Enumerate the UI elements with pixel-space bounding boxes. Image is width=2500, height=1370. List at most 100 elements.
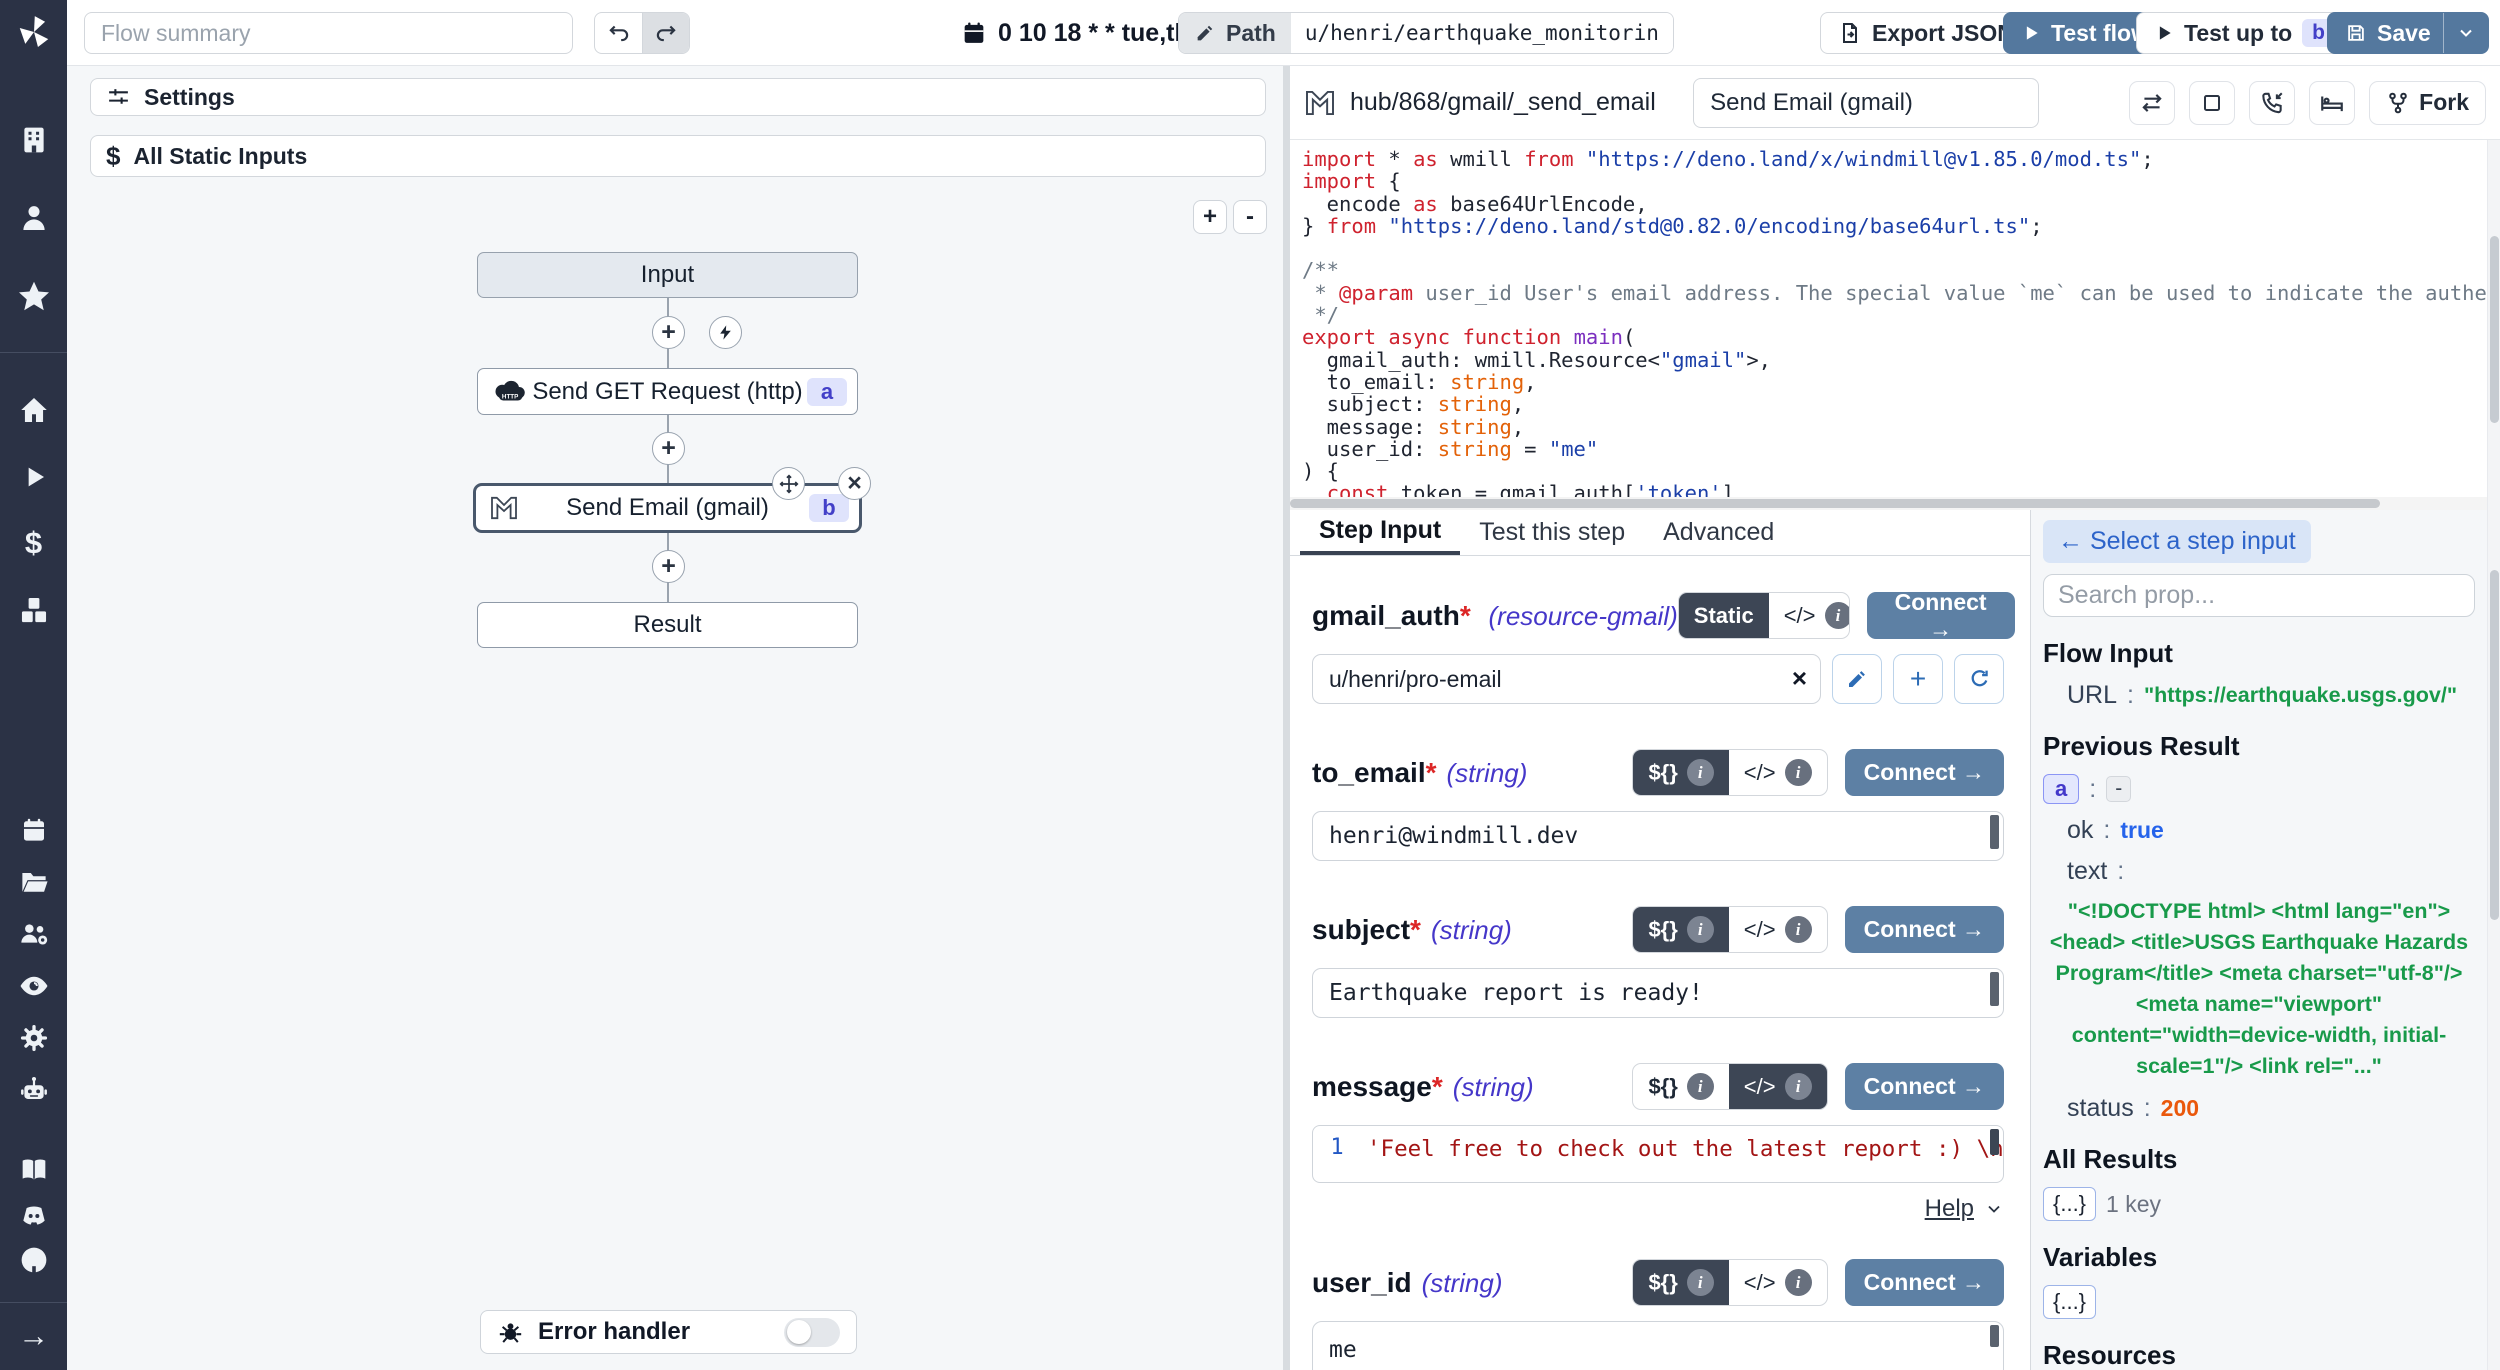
node-result[interactable]: Result [477,602,858,648]
mode-javascript[interactable]: </>i [1729,750,1827,795]
variables-object-badge[interactable]: {...} [2043,1285,2096,1319]
help-link[interactable]: Help [1925,1195,1974,1223]
flow-input-url-row[interactable]: URL : "https://earthquake.usgs.gov/" [2043,681,2475,710]
path-value[interactable]: u/henri/earthquake_monitorin [1291,13,1673,53]
swap-script-button[interactable] [2129,81,2175,125]
path-control[interactable]: Path u/henri/earthquake_monitorin [1178,12,1674,54]
resources-cubes-icon[interactable] [17,593,51,627]
connect-button[interactable]: Connect → [1845,1063,2004,1110]
error-handler-row[interactable]: Error handler [480,1310,857,1354]
input-mode-toggle[interactable]: ${}i </>i [1632,1063,1827,1110]
workspace-icon[interactable] [17,124,50,157]
trigger-bolt-button[interactable] [709,316,742,349]
mode-javascript[interactable]: </>i [1729,907,1827,952]
audit-eye-icon[interactable] [17,969,51,1003]
tab-test-this-step[interactable]: Test this step [1460,510,1644,555]
to-email-input[interactable] [1312,811,2004,861]
step-a-badge[interactable]: a [2043,774,2079,804]
node-send-email-selected[interactable]: Send Email (gmail) b [473,483,862,533]
resource-path-input[interactable] [1312,654,1821,704]
node-send-get-request[interactable]: HTTP Send GET Request (http) a [477,368,858,415]
workers-robot-icon[interactable] [17,1074,50,1107]
input-scroll-grip[interactable] [1990,815,1999,849]
folders-icon[interactable] [18,867,49,898]
mode-template[interactable]: ${}i [1633,907,1728,952]
subject-input[interactable] [1312,968,2004,1018]
add-step-button[interactable]: + [652,316,685,349]
search-prop-input[interactable] [2043,574,2475,617]
input-mode-toggle[interactable]: ${}i </>i [1632,1259,1827,1306]
runs-play-icon[interactable] [18,461,50,493]
mode-template[interactable]: ${}i [1633,750,1728,795]
schedule-display[interactable]: 0 10 18 * * tue,thu [960,12,1205,54]
export-json-button[interactable]: Export JSON [1820,12,2032,54]
add-resource-button[interactable]: + [1893,654,1943,704]
message-code-editor[interactable]: 1 'Feel free to check out the latest rep… [1312,1125,2004,1183]
hub-script-path[interactable]: hub/868/gmail/_send_email [1350,88,1656,117]
node-input[interactable]: Input [477,252,858,298]
variables-dollar-icon[interactable]: $ [25,525,42,561]
settings-gear-icon[interactable] [17,1022,50,1055]
zoom-out-button[interactable]: - [1233,200,1267,234]
connect-button[interactable]: Connect → [1867,592,2015,639]
mode-static[interactable]: Static [1679,593,1769,638]
home-icon[interactable] [17,393,51,427]
tab-step-input[interactable]: Step Input [1300,510,1460,555]
error-handler-toggle[interactable] [784,1318,840,1347]
remove-step-button[interactable]: × [838,467,871,500]
redo-button[interactable] [642,13,689,53]
user-id-input[interactable] [1312,1321,2004,1370]
mode-template[interactable]: ${}i [1633,1260,1728,1305]
clear-resource-icon[interactable]: × [1792,663,1807,694]
schedules-calendar-icon[interactable] [19,815,49,845]
save-button[interactable]: Save [2327,12,2489,54]
move-step-handle[interactable] [772,467,805,500]
chevron-down-icon[interactable] [1984,1199,2004,1219]
docs-book-icon[interactable] [18,1154,50,1186]
mode-javascript[interactable]: </>i [1729,1260,1827,1305]
refresh-resource-button[interactable] [1954,654,2004,704]
sleep-bed-icon[interactable] [2309,81,2355,125]
input-mode-toggle[interactable]: Static </>i [1678,592,1850,639]
collapse-arrow-icon[interactable]: → [18,1318,49,1354]
connect-button[interactable]: Connect → [1845,749,2004,796]
result-ok-row[interactable]: ok : true [2043,816,2475,845]
undo-button[interactable] [595,13,642,53]
step-name-input[interactable] [1693,78,2039,128]
add-step-button[interactable]: + [652,432,685,465]
result-text-row[interactable]: text : [2043,857,2475,886]
input-mode-toggle[interactable]: ${}i </>i [1632,906,1827,953]
input-mode-toggle[interactable]: ${}i </>i [1632,749,1827,796]
mode-javascript[interactable]: </>i [1729,1064,1827,1109]
discord-icon[interactable] [18,1200,50,1232]
input-scroll-grip[interactable] [1990,972,1999,1006]
edit-resource-button[interactable] [1832,654,1882,704]
editor-scroll-grip[interactable] [1990,1129,1999,1155]
checkbox-square-icon[interactable] [2189,81,2235,125]
code-editor[interactable]: import * as wmill from "https://deno.lan… [1290,140,2486,497]
zoom-in-button[interactable]: + [1193,200,1227,234]
webhook-phone-button[interactable] [2249,81,2295,125]
result-text-value[interactable]: "<!DOCTYPE html> <html lang="en"> <head>… [2043,896,2475,1082]
chevron-down-icon[interactable] [2456,23,2476,43]
add-step-button[interactable]: + [652,550,685,583]
windmill-logo-icon[interactable] [15,13,53,51]
vertical-scrollbar[interactable] [2487,140,2500,1370]
user-icon[interactable] [17,201,51,235]
github-icon[interactable] [17,1244,50,1277]
result-status-row[interactable]: status : 200 [2043,1094,2475,1123]
collapse-button[interactable]: - [2106,776,2131,802]
panel-splitter[interactable] [1283,66,1290,1370]
all-results-object-badge[interactable]: {...} [2043,1187,2096,1221]
test-up-to-button[interactable]: Test up to b [2136,12,2353,54]
connect-button[interactable]: Connect → [1845,906,2004,953]
all-static-inputs-button[interactable]: $ All Static Inputs [90,135,1266,177]
connect-button[interactable]: Connect → [1845,1259,2004,1306]
mode-javascript[interactable]: </>i [1769,593,1850,638]
code-horizontal-scrollbar[interactable] [1290,497,2500,510]
flow-settings-button[interactable]: Settings [90,78,1266,116]
flow-summary-input[interactable] [84,12,573,54]
favorites-star-icon[interactable] [16,278,52,314]
select-step-input-button[interactable]: ← Select a step input [2043,520,2311,563]
mode-template[interactable]: ${}i [1633,1064,1728,1109]
